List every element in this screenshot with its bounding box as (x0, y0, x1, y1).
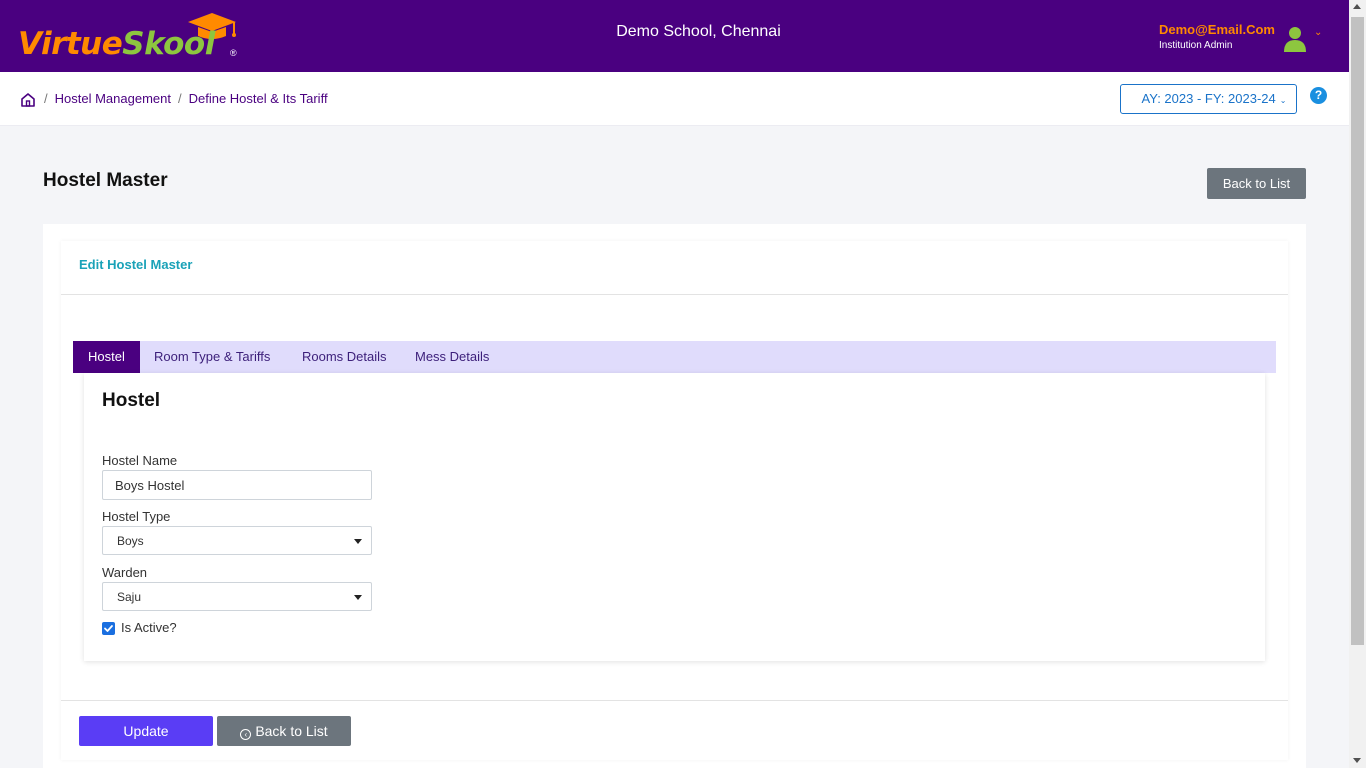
breadcrumb-bar: / Hostel Management / Define Hostel & Its T… (0, 72, 1349, 126)
breadcrumb: / Hostel Management / Define Hostel & Its T… (44, 91, 328, 106)
tab-mess-details[interactable]: Mess Details (415, 341, 489, 373)
back-circle-icon: ‹ (240, 728, 252, 740)
dropdown-caret-icon (354, 539, 362, 544)
tab-hostel[interactable]: Hostel (73, 341, 140, 373)
back-to-list-button[interactable]: Back to List (1207, 168, 1306, 199)
form-card: Edit Hostel Master Hostel Room Type & Ta… (43, 224, 1306, 768)
tab-rooms-details[interactable]: Rooms Details (302, 341, 387, 373)
hostel-tab-panel: Hostel Hostel Name Hostel Type Boys Ward… (84, 373, 1265, 661)
tab-bar: Hostel Room Type & Tariffs Rooms Details… (73, 341, 1276, 373)
checkbox-check-icon (104, 625, 113, 632)
user-role: Institution Admin (1159, 40, 1233, 51)
warden-select[interactable]: Saju (102, 582, 372, 611)
is-active-label[interactable]: Is Active? (121, 620, 177, 635)
back-to-list-label: Back to List (255, 722, 328, 739)
back-to-list-button-bottom[interactable]: ‹ Back to List (217, 716, 351, 746)
divider (61, 294, 1288, 295)
breadcrumb-separator: / (177, 91, 182, 106)
logo-registered-mark: ® (230, 48, 237, 58)
warden-label: Warden (102, 565, 148, 580)
academic-year-label: AY: 2023 - FY: 2023-24 (1141, 91, 1276, 106)
section-title: Hostel (102, 390, 161, 411)
hostel-name-label: Hostel Name (102, 453, 178, 468)
divider (61, 700, 1288, 701)
card-title: Edit Hostel Master (79, 257, 193, 272)
warden-value: Saju (117, 590, 142, 604)
hostel-name-input[interactable] (102, 470, 372, 500)
hostel-type-value: Boys (117, 534, 144, 548)
update-button[interactable]: Update (79, 716, 213, 746)
breadcrumb-define-hostel[interactable]: Define Hostel & Its Tariff (189, 91, 328, 106)
user-menu-caret-icon[interactable]: ⌄ (1314, 27, 1322, 38)
hostel-type-select[interactable]: Boys (102, 526, 372, 555)
top-header: VirtueSkool ® Demo School, Chennai Demo@… (0, 0, 1349, 72)
is-active-checkbox[interactable] (102, 622, 115, 635)
chevron-down-icon: ⌄ (1279, 96, 1287, 105)
home-icon[interactable] (20, 92, 36, 108)
dropdown-caret-icon (354, 595, 362, 600)
scrollbar-thumb[interactable] (1351, 17, 1364, 645)
academic-year-selector[interactable]: AY: 2023 - FY: 2023-24 ⌄ (1120, 84, 1297, 114)
scroll-down-arrow-icon[interactable] (1353, 758, 1361, 763)
user-email: Demo@Email.Com (1159, 22, 1275, 37)
page-title: Hostel Master (43, 170, 168, 191)
user-info[interactable]: Demo@Email.Com Institution Admin (1159, 22, 1275, 51)
help-icon[interactable]: ? (1310, 87, 1327, 104)
scroll-up-arrow-icon[interactable] (1353, 4, 1361, 9)
vertical-scrollbar[interactable] (1349, 0, 1366, 768)
form-card-inner: Edit Hostel Master Hostel Room Type & Ta… (61, 241, 1288, 760)
tab-room-type-tariffs[interactable]: Room Type & Tariffs (154, 341, 270, 373)
breadcrumb-separator: / (44, 91, 48, 106)
user-avatar-icon[interactable] (1283, 26, 1307, 52)
hostel-type-label: Hostel Type (102, 509, 171, 524)
breadcrumb-hostel-management[interactable]: Hostel Management (55, 91, 171, 106)
